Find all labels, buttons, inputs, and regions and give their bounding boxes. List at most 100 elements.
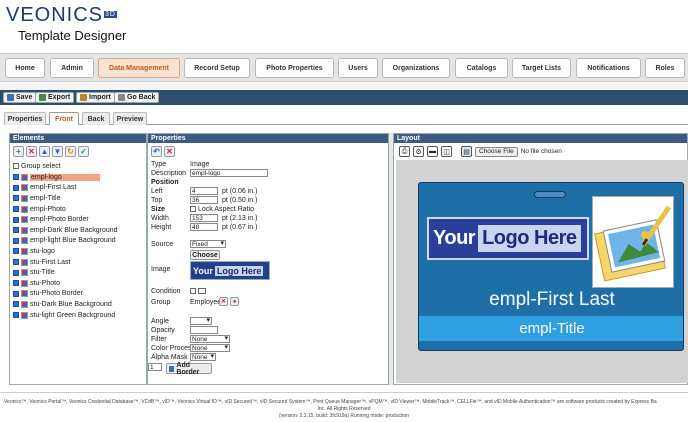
tab-front[interactable]: Front xyxy=(49,112,79,125)
item-checkbox[interactable] xyxy=(13,248,19,255)
add-icon[interactable]: + xyxy=(13,146,24,157)
condition-toggle[interactable] xyxy=(198,288,206,294)
delete-icon[interactable]: ✕ xyxy=(164,146,175,157)
description-input[interactable]: empl-logo xyxy=(190,169,268,177)
delete-icon[interactable]: ✕ xyxy=(26,146,37,157)
nav-home[interactable]: Home xyxy=(5,58,45,78)
list-item[interactable]: empl-Dark Blue Background xyxy=(13,225,143,236)
export-label: Export xyxy=(48,94,71,101)
item-checkbox[interactable] xyxy=(13,216,19,223)
add-border-button[interactable]: Add Border xyxy=(166,361,212,376)
item-checkbox[interactable] xyxy=(13,312,19,319)
list-item[interactable]: empl-light Blue Background xyxy=(13,236,143,247)
choose-button[interactable]: Choose xyxy=(190,250,220,260)
nav-notifications[interactable]: Notifications xyxy=(576,58,641,78)
nav-users[interactable]: Users xyxy=(338,58,378,78)
badge-card[interactable]: Your Logo Here empl-First Last empl-Title xyxy=(418,182,684,351)
move-up-icon[interactable]: ▲ xyxy=(39,146,50,157)
opacity-input[interactable] xyxy=(190,326,218,334)
tab-preview[interactable]: Preview xyxy=(113,112,147,125)
nav-organizations[interactable]: Organizations xyxy=(382,58,450,78)
nav-admin[interactable]: Admin xyxy=(50,58,94,78)
group-select-checkbox[interactable] xyxy=(13,163,19,169)
item-checkbox[interactable] xyxy=(13,259,19,266)
action-toolbar: Save Export Import Go Back xyxy=(0,90,688,105)
item-checkbox[interactable] xyxy=(13,237,19,244)
list-item[interactable]: stu-logo xyxy=(13,246,143,257)
list-item[interactable]: empl-Photo Border xyxy=(13,214,143,225)
item-label: stu-Photo xyxy=(30,279,60,287)
item-checkbox[interactable] xyxy=(13,206,19,213)
list-item[interactable]: empl-logo xyxy=(13,172,143,183)
item-checkbox[interactable] xyxy=(13,195,19,202)
list-item[interactable]: empl-Title xyxy=(13,193,143,204)
badge-photo[interactable] xyxy=(592,196,674,288)
footer-version: (version: 2.3.15, build: 3fc919a) Runnin… xyxy=(278,413,410,419)
card-front-icon[interactable]: ▬ xyxy=(427,146,438,157)
list-item[interactable]: stu-light Green Background xyxy=(13,310,143,321)
element-icon xyxy=(21,279,28,287)
nav-record-setup[interactable]: Record Setup xyxy=(184,58,250,78)
thumb-here: Here xyxy=(241,265,262,276)
source-label: Source xyxy=(151,241,174,248)
settings-icon[interactable]: ⚙ xyxy=(413,146,424,157)
move-down-icon[interactable]: ▼ xyxy=(52,146,63,157)
height-input[interactable]: 48 xyxy=(190,223,218,231)
item-checkbox[interactable] xyxy=(13,290,19,297)
tab-properties[interactable]: Properties xyxy=(4,112,46,125)
alpha-mask-select[interactable]: None xyxy=(190,353,216,361)
export-button[interactable]: Export xyxy=(35,92,75,103)
item-checkbox[interactable] xyxy=(13,184,19,191)
list-item[interactable]: stu-Photo Border xyxy=(13,289,143,300)
angle-select[interactable] xyxy=(190,317,212,325)
item-checkbox[interactable] xyxy=(13,174,19,181)
elements-title: Elements xyxy=(10,134,146,143)
item-checkbox[interactable] xyxy=(13,227,19,234)
lock-aspect-checkbox[interactable] xyxy=(190,206,196,212)
group-remove-icon[interactable]: ✕ xyxy=(219,297,228,306)
nav-photo-properties[interactable]: Photo Properties xyxy=(255,58,334,78)
list-item[interactable]: empl-First Last xyxy=(13,183,143,194)
filter-select[interactable]: None xyxy=(190,335,230,343)
item-checkbox[interactable] xyxy=(13,280,19,287)
undo-icon[interactable]: ↶ xyxy=(151,146,162,157)
nav-roles[interactable]: Roles xyxy=(645,58,685,78)
item-checkbox[interactable] xyxy=(13,269,19,276)
item-label: empl-logo xyxy=(30,173,100,181)
top-input[interactable]: 36 xyxy=(190,196,218,204)
go-back-button[interactable]: Go Back xyxy=(114,92,160,103)
tab-back[interactable]: Back xyxy=(82,112,110,125)
badge-first-last[interactable]: empl-First Last xyxy=(419,289,683,311)
condition-checkbox[interactable] xyxy=(190,288,196,294)
group-select[interactable]: Group select xyxy=(13,161,143,171)
list-item[interactable]: stu-First Last xyxy=(13,257,143,268)
import-button[interactable]: Import xyxy=(76,92,115,103)
choose-file-button[interactable]: Choose File xyxy=(475,146,518,157)
resize-icon[interactable]: ◫ xyxy=(441,146,452,157)
refresh-icon[interactable]: ↻ xyxy=(65,146,76,157)
source-select[interactable]: Fixed xyxy=(190,240,226,248)
list-item[interactable]: empl-Photo xyxy=(13,204,143,215)
badge-logo[interactable]: Your Logo Here xyxy=(427,217,589,260)
nav-catalogs[interactable]: Catalogs xyxy=(455,58,508,78)
item-checkbox[interactable] xyxy=(13,301,19,308)
nav-data-management[interactable]: Data Management xyxy=(98,58,180,78)
list-item[interactable]: stu-Dark Blue Background xyxy=(13,299,143,310)
border-count-input[interactable]: 1 xyxy=(148,363,162,371)
group-add-icon[interactable]: ● xyxy=(230,297,239,306)
upload-icon[interactable]: ▤ xyxy=(461,146,472,157)
list-item[interactable]: stu-Photo xyxy=(13,278,143,289)
list-item[interactable]: stu-Title xyxy=(13,267,143,278)
brand-header: VEONICS 3D xyxy=(6,4,117,50)
color-process-select[interactable]: None xyxy=(190,344,230,352)
width-input[interactable]: 153 xyxy=(190,214,218,222)
print-icon[interactable]: ⎙ xyxy=(399,146,410,157)
design-canvas[interactable]: Your Logo Here empl-First Last empl-Title xyxy=(396,160,688,383)
badge-title-bar[interactable]: empl-Title xyxy=(419,316,683,341)
save-button[interactable]: Save xyxy=(3,92,37,103)
nav-target-lists[interactable]: Target Lists xyxy=(512,58,571,78)
add-border-label: Add Border xyxy=(176,361,200,376)
opacity-label: Opacity xyxy=(151,327,175,334)
check-icon[interactable]: ✓ xyxy=(78,146,89,157)
left-input[interactable]: 4 xyxy=(190,187,218,195)
